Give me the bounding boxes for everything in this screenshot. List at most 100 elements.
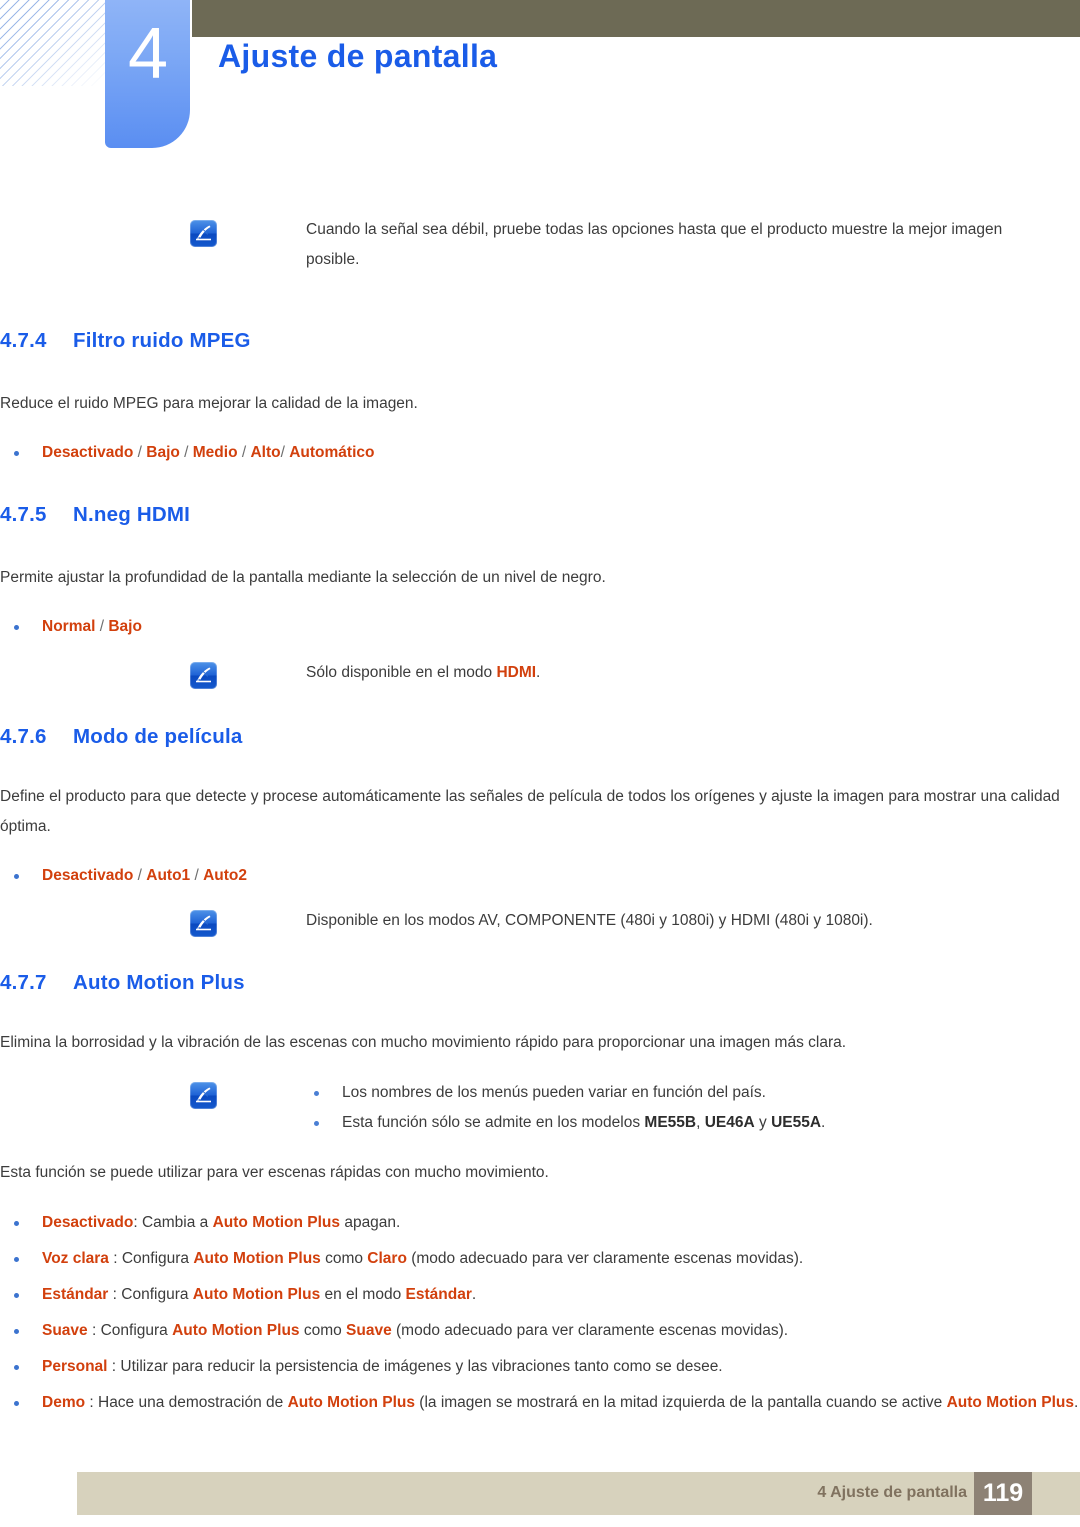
amp-option-text-tail: (modo adecuado para ver claramente escen… (391, 1322, 789, 1339)
page-footer: 4 Ajuste de pantalla 119 (77, 1472, 1080, 1515)
amp-option-text-tail: (modo adecuado para ver claramente escen… (406, 1250, 804, 1267)
option-value: Medio (192, 444, 238, 461)
option-value: Alto (250, 444, 281, 461)
page-title: Ajuste de pantalla (218, 38, 498, 74)
amp-option-inline-term-2: Auto Motion Plus (946, 1394, 1075, 1411)
option-value: Automático (289, 444, 375, 461)
model-name: ME55B (644, 1114, 697, 1131)
section-heading-4-7-6: 4.7.6 Modo de película (0, 725, 1080, 749)
note-bullet-item: Esta función sólo se admite en los model… (306, 1108, 1005, 1138)
amp-option-item: Estándar : Configura Auto Motion Plus en… (0, 1280, 1080, 1310)
amp-option-text: : Configura (87, 1322, 173, 1339)
note-pen-icon (190, 662, 217, 689)
section-description-4-7-6: Define el producto para que detecte y pr… (0, 788, 1060, 835)
amp-option-item: Personal : Utilizar para reducir la pers… (0, 1352, 1080, 1382)
hatch-pattern-decoration (0, 0, 112, 86)
page-content: Cuando la señal sea débil, pruebe todas … (0, 215, 1080, 1418)
note-pen-icon (190, 220, 217, 247)
amp-option-term: Demo (42, 1394, 86, 1411)
options-row: Desactivado / Bajo / Medio / Alto/ Autom… (0, 438, 1080, 468)
section-number: 4.7.4 (0, 329, 47, 352)
note-auto-motion-plus: Los nombres de los menús pueden variar e… (0, 1078, 1080, 1138)
amp-option-text: : Cambia a (133, 1214, 213, 1231)
note-pen-icon (190, 1082, 217, 1109)
amp-option-item: Demo : Hace una demostración de Auto Mot… (0, 1388, 1080, 1418)
section-title: Modo de película (73, 725, 243, 748)
model-name: UE46A (704, 1114, 755, 1131)
section-heading-4-7-7: 4.7.7 Auto Motion Plus (0, 971, 1080, 995)
amp-option-text: : Configura (108, 1286, 193, 1303)
amp-option-term: Voz clara (42, 1250, 109, 1267)
amp-option-mid-text: como (299, 1322, 347, 1339)
note-film-modes: Disponible en los modos AV, COMPONENTE (… (0, 906, 1080, 937)
note-bullet-item: Los nombres de los menús pueden variar e… (306, 1078, 1005, 1108)
amp-intro-paragraph: Esta función se puede utilizar para ver … (0, 1164, 549, 1181)
note-text-suffix: . (536, 664, 541, 681)
amp-option-text: : Hace una demostración de (85, 1394, 288, 1411)
options-row: Desactivado / Auto1 / Auto2 (0, 861, 1080, 891)
separator: , (696, 1114, 705, 1131)
amp-option-item: Desactivado: Cambia a Auto Motion Plus a… (0, 1208, 1080, 1238)
amp-option-text-tail: apagan. (340, 1214, 401, 1231)
note-bullet-list: Los nombres de los menús pueden variar e… (306, 1078, 1005, 1138)
page-header: 4 Ajuste de pantalla (0, 0, 1080, 160)
amp-option-text-tail: . (1074, 1394, 1079, 1411)
section-title: Auto Motion Plus (73, 971, 245, 994)
amp-option-inline-term-2: Suave (346, 1322, 392, 1339)
amp-option-inline-term: Auto Motion Plus (192, 1286, 321, 1303)
note-highlight-term: HDMI (496, 664, 537, 681)
section-heading-4-7-5: 4.7.5 N.neg HDMI (0, 503, 1080, 527)
separator: y (754, 1114, 772, 1131)
amp-option-mid-text: (la imagen se mostrará en la mitad izqui… (414, 1394, 947, 1411)
options-list-4-7-6: Desactivado / Auto1 / Auto2 (0, 861, 1080, 891)
note-text: Sólo disponible en el modo HDMI. (306, 658, 1005, 688)
amp-option-inline-term: Auto Motion Plus (212, 1214, 341, 1231)
section-title: N.neg HDMI (73, 503, 191, 526)
options-row: Normal / Bajo (0, 612, 1080, 642)
option-value: Desactivado (42, 444, 134, 461)
amp-option-term: Desactivado (42, 1214, 134, 1231)
option-value: Auto2 (203, 867, 248, 884)
chapter-number: 4 (127, 14, 168, 94)
option-value: Bajo (108, 618, 142, 635)
amp-option-inline-term: Auto Motion Plus (193, 1250, 321, 1267)
amp-options-list: Desactivado: Cambia a Auto Motion Plus a… (0, 1208, 1080, 1418)
model-name: UE55A (771, 1114, 822, 1131)
note-hdmi-only: Sólo disponible en el modo HDMI. (0, 658, 1080, 689)
note-text-prefix: Esta función sólo se admite en los model… (342, 1114, 645, 1131)
section-heading-4-7-4: 4.7.4 Filtro ruido MPEG (0, 329, 1080, 353)
amp-option-inline-term: Auto Motion Plus (287, 1394, 415, 1411)
option-value: Desactivado (42, 867, 134, 884)
option-value: Auto1 (146, 867, 191, 884)
note-weak-signal: Cuando la señal sea débil, pruebe todas … (0, 215, 1080, 275)
option-value: Bajo (146, 444, 180, 461)
note-text: Cuando la señal sea débil, pruebe todas … (306, 221, 1003, 268)
amp-option-term: Estándar (42, 1286, 109, 1303)
period: . (821, 1114, 826, 1131)
amp-option-term: Personal (42, 1358, 108, 1375)
section-number: 4.7.7 (0, 971, 47, 994)
section-description-4-7-4: Reduce el ruido MPEG para mejorar la cal… (0, 395, 418, 412)
amp-option-inline-term-2: Estándar (405, 1286, 472, 1303)
amp-option-item: Voz clara : Configura Auto Motion Plus c… (0, 1244, 1080, 1274)
chapter-badge: 4 (105, 0, 190, 148)
amp-option-inline-term-2: Claro (367, 1250, 407, 1267)
amp-option-mid-text: en el modo (320, 1286, 406, 1303)
option-value: Normal (42, 618, 96, 635)
section-number: 4.7.5 (0, 503, 47, 526)
note-text: Disponible en los modos AV, COMPONENTE (… (306, 912, 873, 929)
section-title: Filtro ruido MPEG (73, 329, 251, 352)
note-pen-icon (190, 910, 217, 937)
amp-option-inline-term: Auto Motion Plus (172, 1322, 300, 1339)
section-description-4-7-7: Elimina la borrosidad y la vibración de … (0, 1034, 847, 1051)
amp-option-text: : Utilizar para reducir la persistencia … (107, 1358, 723, 1375)
amp-option-mid-text: como (320, 1250, 368, 1267)
section-number: 4.7.6 (0, 725, 47, 748)
amp-option-term: Suave (42, 1322, 88, 1339)
options-list-4-7-4: Desactivado / Bajo / Medio / Alto/ Autom… (0, 438, 1080, 468)
amp-option-text: : Configura (108, 1250, 194, 1267)
amp-option-item: Suave : Configura Auto Motion Plus como … (0, 1316, 1080, 1346)
footer-chapter-label: 4 Ajuste de pantalla (817, 1484, 967, 1501)
note-text-block: Los nombres de los menús pueden variar e… (306, 1078, 1005, 1138)
section-description-4-7-5: Permite ajustar la profundidad de la pan… (0, 569, 606, 586)
